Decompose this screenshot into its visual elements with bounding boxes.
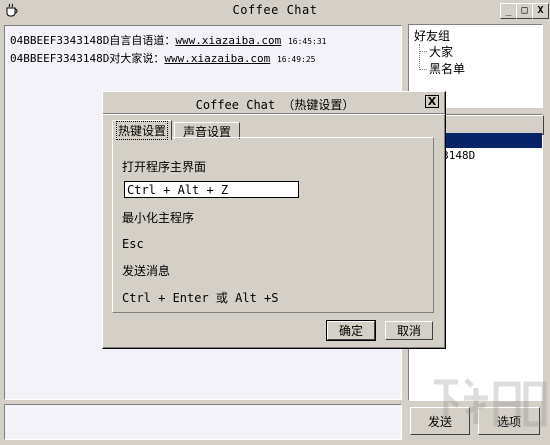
chat-message: 04BBEEF3343148D对大家说：www.xiazaiba.com 16:… [10,50,315,66]
open-main-hotkey-input[interactable]: Ctrl + Alt + Z [124,181,299,198]
minimize-button[interactable]: _ [500,3,517,19]
message-link[interactable]: www.xiazaiba.com [175,34,281,47]
tab-hotkey-settings[interactable]: 热键设置 [112,120,172,140]
group-item-all[interactable]: 大家 [429,43,453,60]
close-button[interactable]: X [532,3,549,19]
message-sender: 04BBEEF3343148D [10,52,110,65]
group-item-blacklist[interactable]: 黑名单 [429,60,465,77]
message-input[interactable] [4,404,402,440]
send-message-hotkey-value: Ctrl + Enter 或 Alt +S [122,291,279,305]
restore-icon: □ [521,5,528,16]
minimize-hotkey-value: Esc [122,237,144,251]
chat-message: 04BBEEF3343148D自言自语道：www.xiazaiba.com 16… [10,32,326,48]
message-link[interactable]: www.xiazaiba.com [164,52,270,65]
close-icon: X [537,5,544,16]
watermark-logo [430,370,548,440]
message-sender: 04BBEEF3343148D [10,34,110,47]
friend-group-title: 好友组 [414,29,451,43]
dialog-close-button[interactable]: X [425,95,439,108]
minimize-icon: _ [505,5,512,16]
hotkey-settings-dialog[interactable]: Coffee Chat （热键设置） X 热键设置 声音设置 打开程序主界面 C… [102,91,446,349]
open-main-label: 打开程序主界面 [122,160,207,174]
message-verb: 对大家说： [109,52,165,65]
dialog-title: Coffee Chat （热键设置） [195,98,355,112]
cancel-button[interactable]: 取消 [385,321,433,340]
maximize-button[interactable]: □ [516,3,533,19]
window-title: Coffee Chat [232,3,318,17]
ok-button[interactable]: 确定 [326,320,376,341]
send-message-label: 发送消息 [122,264,171,278]
minimize-label: 最小化主程序 [122,211,195,225]
message-verb: 自言自语道： [109,34,176,47]
close-icon: X [427,95,437,108]
dialog-divider [103,113,445,115]
title-bar[interactable]: Coffee Chat _ □ X [0,0,550,21]
message-time: 16:45:31 [287,37,327,46]
message-time: 16:49:25 [276,55,316,64]
